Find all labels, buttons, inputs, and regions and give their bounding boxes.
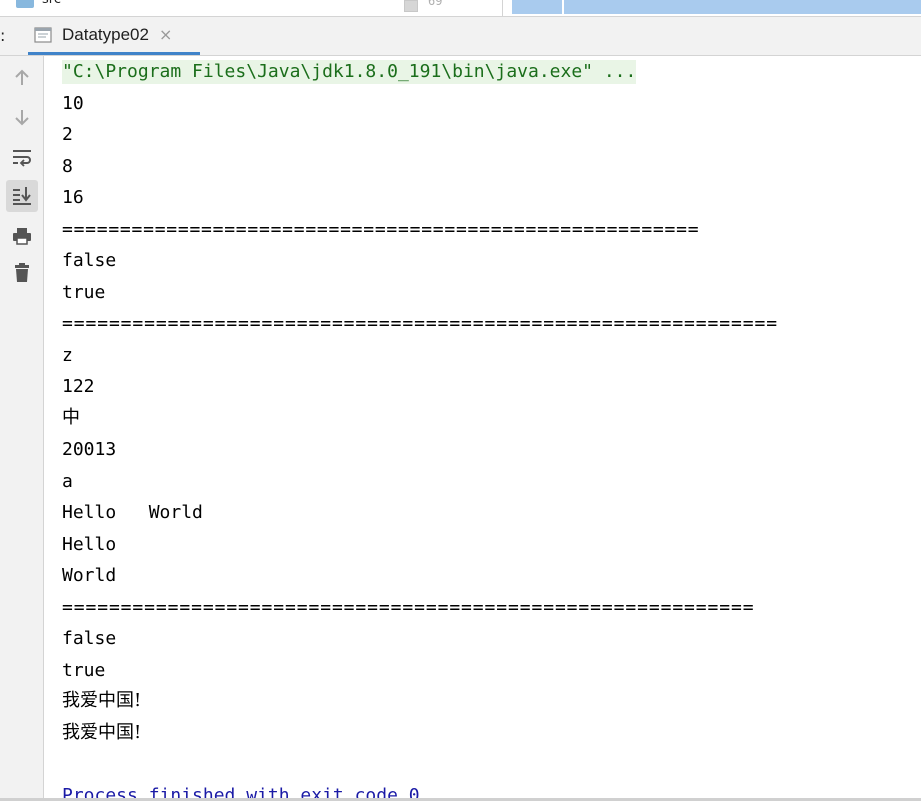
down-stack-trace-button[interactable]: [6, 101, 38, 133]
scroll-to-end-icon: [13, 187, 31, 205]
down-arrow-icon: [15, 110, 29, 126]
scroll-to-end-button[interactable]: [6, 180, 38, 212]
output-line: Hello: [62, 534, 117, 555]
divider: [562, 0, 564, 14]
print-button[interactable]: [6, 220, 38, 252]
output-line: z: [62, 345, 73, 366]
up-arrow-icon: [15, 69, 29, 85]
output-line: 2: [62, 124, 73, 145]
command-line: "C:\Program Files\Java\jdk1.8.0_191\bin\…: [62, 60, 637, 84]
close-icon[interactable]: ×: [159, 26, 172, 43]
output-line: Hello World: [62, 502, 203, 523]
separator-line: ========================================…: [62, 219, 700, 240]
print-icon: [13, 228, 31, 245]
truncated-label: :: [0, 26, 6, 45]
output-line: 20013: [62, 439, 117, 460]
output-line: World: [62, 565, 117, 586]
soft-wrap-icon: [13, 150, 31, 167]
console-icon: [34, 26, 52, 43]
output-line: 16: [62, 187, 84, 208]
output-line: 我爱中国!: [62, 722, 142, 743]
tab-datatype02[interactable]: Datatype02 ×: [28, 17, 200, 55]
separator-line: ========================================…: [62, 597, 755, 618]
run-tool-window-header: : Datatype02 ×: [0, 17, 921, 56]
output-line: 我爱中国!: [62, 690, 142, 711]
output-line: 10: [62, 93, 84, 114]
clear-all-button[interactable]: [6, 257, 38, 289]
tab-label: Datatype02: [62, 24, 149, 44]
project-tree-item-src[interactable]: src: [42, 0, 61, 7]
output-line: true: [62, 282, 106, 303]
top-strip: src 69: [0, 0, 921, 17]
console-toolbar: [0, 56, 44, 801]
output-line: false: [62, 250, 117, 271]
soft-wrap-button[interactable]: [6, 141, 38, 173]
folder-icon: [16, 0, 34, 8]
output-line: true: [62, 660, 106, 681]
output-line: 中: [62, 407, 80, 428]
divider: [502, 0, 503, 16]
separator-line: ========================================…: [62, 313, 778, 334]
trash-icon: [15, 263, 29, 282]
output-line: false: [62, 628, 117, 649]
console-output[interactable]: "C:\Program Files\Java\jdk1.8.0_191\bin\…: [45, 56, 921, 801]
up-stack-trace-button[interactable]: [6, 62, 38, 94]
scrollbar-thumb[interactable]: [404, 0, 418, 12]
editor-selection-highlight: [512, 0, 921, 14]
output-line: 8: [62, 156, 73, 177]
output-line: a: [62, 471, 73, 492]
line-number: 69: [428, 0, 443, 8]
output-line: 122: [62, 376, 95, 397]
